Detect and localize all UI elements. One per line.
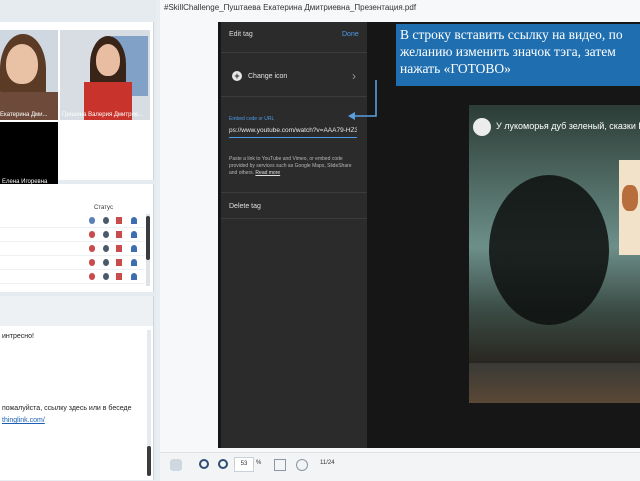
zoom-in-icon[interactable] xyxy=(218,459,228,469)
video-bottom xyxy=(469,363,640,403)
delete-tag-button[interactable]: Delete tag xyxy=(229,203,261,210)
zoom-input[interactable]: 53 xyxy=(234,457,254,472)
list-item[interactable] xyxy=(0,214,145,228)
instruction-callout: В строку вставить ссылку на видео, по же… xyxy=(396,24,640,86)
video-figure-face xyxy=(622,185,638,211)
mic-icon[interactable] xyxy=(89,217,95,224)
camera-off-icon[interactable] xyxy=(116,273,122,280)
list-item[interactable] xyxy=(0,270,145,284)
fit-width-icon[interactable] xyxy=(274,459,286,471)
participant-tile-3[interactable]: Елена Игоревна xyxy=(0,122,58,188)
participant-tile-1[interactable]: Екатерина Дми... xyxy=(0,30,58,120)
scrollbar-thumb[interactable] xyxy=(147,446,151,476)
left-sidebar: Екатерина Дми... Гришина Валерия Дмитрие… xyxy=(0,0,156,480)
divider xyxy=(221,52,367,53)
users-list-panel: Статус xyxy=(0,184,154,292)
chat-message: интресно! xyxy=(2,333,34,340)
user-icon xyxy=(131,245,137,252)
list-item[interactable] xyxy=(0,242,145,256)
pdf-toolbar: 53 % 11/24 xyxy=(160,452,640,481)
headset-icon[interactable] xyxy=(103,273,109,280)
chat-panel: интресно! пожалуйста, ссылку здесь или в… xyxy=(0,296,154,480)
divider xyxy=(221,192,367,193)
list-item[interactable] xyxy=(0,256,145,270)
participants-panel: Екатерина Дми... Гришина Валерия Дмитрие… xyxy=(0,22,154,188)
user-icon xyxy=(131,273,137,280)
mic-off-icon[interactable] xyxy=(89,273,95,280)
hand-tool-icon[interactable] xyxy=(170,459,182,471)
divider xyxy=(221,218,367,219)
zoom-unit: % xyxy=(256,460,262,466)
done-button[interactable]: Done xyxy=(342,31,359,38)
callout-text: В строку вставить ссылку на видео, по же… xyxy=(400,27,623,76)
video-title[interactable]: У лукоморья дуб зеленый, сказки Пу... xyxy=(496,121,640,131)
headset-icon[interactable] xyxy=(103,245,109,252)
page-indicator: 11/24 xyxy=(320,460,335,466)
user-icon xyxy=(131,259,137,266)
status-column-header: Статус xyxy=(94,205,113,211)
read-more-link[interactable]: Read more xyxy=(255,170,280,176)
zoom-out-icon[interactable] xyxy=(199,459,209,469)
headset-icon[interactable] xyxy=(103,231,109,238)
channel-avatar[interactable] xyxy=(473,118,491,136)
callout-arrow xyxy=(348,80,377,120)
list-item[interactable] xyxy=(0,228,145,242)
camera-off-icon[interactable] xyxy=(116,245,122,252)
headset-icon[interactable] xyxy=(103,217,109,224)
users-scrollbar[interactable] xyxy=(146,214,150,286)
camera-off-icon[interactable] xyxy=(116,231,122,238)
mic-off-icon[interactable] xyxy=(89,245,95,252)
chat-scrollbar[interactable] xyxy=(147,330,151,476)
chat-header xyxy=(0,296,153,326)
users-rows xyxy=(0,214,145,290)
plus-icon: + xyxy=(232,71,242,81)
help-text-body: Paste a link to YouTube and Vimeo, or em… xyxy=(229,156,352,176)
video-preview[interactable]: У лукоморья дуб зеленый, сказки Пу... xyxy=(469,105,640,363)
mic-off-icon[interactable] xyxy=(89,259,95,266)
headset-icon[interactable] xyxy=(103,259,109,266)
edit-tag-title: Edit tag xyxy=(229,31,253,38)
user-icon xyxy=(131,217,137,224)
mic-off-icon[interactable] xyxy=(89,231,95,238)
change-icon-label: Change icon xyxy=(248,73,288,80)
chat-link[interactable]: thinglink.com/ xyxy=(2,417,45,424)
face-shape xyxy=(6,44,38,84)
document-title: #SkillChallenge_Пуштаева Екатерина Дмитр… xyxy=(164,3,417,12)
embed-label: Embed code or URL xyxy=(229,116,275,122)
scrollbar-thumb[interactable] xyxy=(146,216,150,260)
video-shadow xyxy=(489,175,609,325)
input-underline xyxy=(229,137,357,138)
camera-off-icon[interactable] xyxy=(116,259,122,266)
user-icon xyxy=(131,231,137,238)
help-text: Paste a link to YouTube and Vimeo, or em… xyxy=(229,156,359,177)
camera-off-icon[interactable] xyxy=(116,217,122,224)
embed-input[interactable]: ps://www.youtube.com/watch?v=AAA79-HZ3_Y xyxy=(229,127,357,134)
fit-page-icon[interactable] xyxy=(296,459,308,471)
chat-message: пожалуйста, ссылку здесь или в беседе xyxy=(2,405,132,412)
participant-tile-2[interactable]: Гришина Валерия Дмитрие... xyxy=(60,30,150,120)
face-shape xyxy=(96,44,120,76)
participant-name: Гришина Валерия Дмитрие... xyxy=(62,112,144,118)
participant-name: Екатерина Дми... xyxy=(0,112,48,118)
